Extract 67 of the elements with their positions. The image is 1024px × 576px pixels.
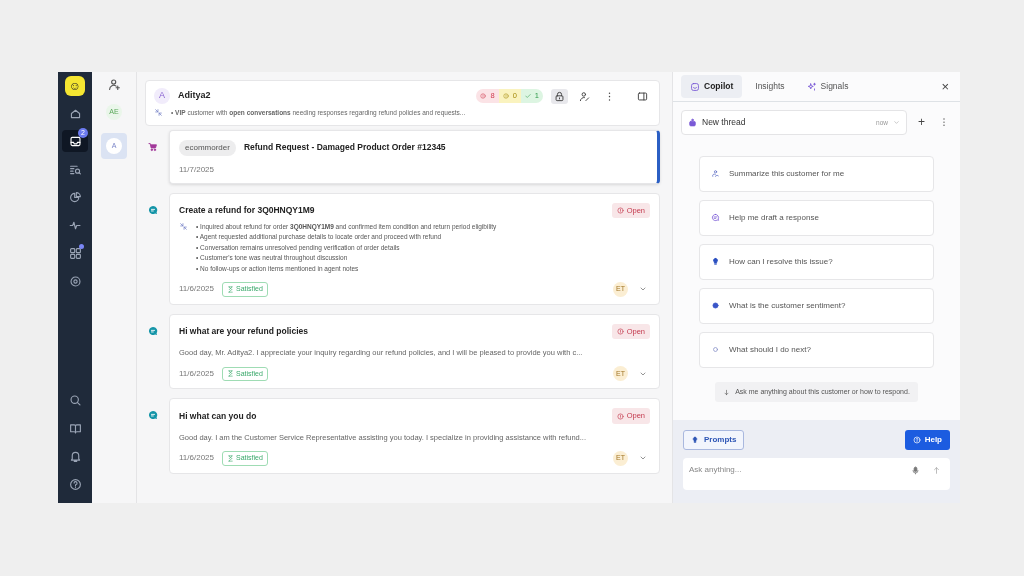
panel-tab[interactable]: Insights xyxy=(746,75,794,98)
cart-icon xyxy=(148,141,158,152)
chat-bubble-icon xyxy=(148,325,158,336)
hourglass-icon xyxy=(227,454,234,462)
suggestion-button[interactable]: Help me draft a response xyxy=(699,199,934,236)
chat-bubble-icon xyxy=(148,410,158,421)
side-panel-icon xyxy=(637,90,648,102)
chat-bubble-icon xyxy=(711,213,720,223)
alert-icon xyxy=(616,412,624,420)
order-title: Refund Request - Damaged Product Order #12345 xyxy=(243,141,446,155)
help-button[interactable]: Help xyxy=(904,430,950,451)
search-icon xyxy=(68,393,82,407)
order-date: 11/7/2025 xyxy=(179,163,215,176)
order-card[interactable]: ecommorder Refund Request - Damaged Product Order #12345 11/7/2025 xyxy=(169,129,660,184)
conversation-title: Hi what can you do xyxy=(179,409,257,423)
suggestion-button[interactable]: How can I resolve this issue? xyxy=(699,243,934,280)
chat-bubble-icon xyxy=(148,204,158,215)
chevron-down-icon xyxy=(893,118,900,126)
inbox-icon xyxy=(68,134,82,148)
new-thread-button[interactable]: + xyxy=(915,114,928,131)
alert-icon xyxy=(616,328,624,336)
alert-icon xyxy=(502,93,509,99)
composer-field[interactable]: Ask anything... xyxy=(683,458,950,491)
conversation-card[interactable] xyxy=(169,192,660,305)
arrow-down-icon xyxy=(723,388,731,396)
suggestion-button[interactable]: Summarize this customer for me xyxy=(699,155,934,192)
lightbulb-icon xyxy=(711,257,720,267)
conversation-date: 11/6/2025 xyxy=(179,283,214,296)
logo[interactable]: ☺ xyxy=(65,76,85,96)
filled-circle-icon xyxy=(711,301,720,311)
conversation-date: 11/6/2025 xyxy=(179,452,214,465)
person-edit-icon xyxy=(579,90,590,102)
alert-icon xyxy=(480,93,487,99)
alert-icon xyxy=(616,206,624,214)
panel-tab[interactable]: Signals xyxy=(797,75,858,98)
apps-icon xyxy=(68,246,82,260)
conversation-date: 11/6/2025 xyxy=(179,367,214,380)
lightbulb-icon xyxy=(691,436,699,445)
sparkle-icon xyxy=(806,81,817,92)
ask-input-field[interactable]: Ask anything... xyxy=(689,464,902,477)
lock-button[interactable] xyxy=(551,88,568,104)
book-icon xyxy=(68,421,82,435)
ring-icon xyxy=(711,345,720,355)
panel-tab[interactable]: Copilot xyxy=(681,75,743,98)
bell-icon xyxy=(68,449,82,463)
close-button[interactable]: × xyxy=(938,78,952,95)
suggestion-button[interactable]: What should I do next? xyxy=(699,331,934,368)
order-tag: ecommorder xyxy=(179,139,236,156)
suggestion-button[interactable]: What is the customer sentiment? xyxy=(699,287,934,324)
pie-chart-icon xyxy=(68,190,82,204)
prompts-button[interactable]: Prompts xyxy=(683,430,745,451)
lock-icon xyxy=(554,90,565,102)
microphone-icon xyxy=(911,466,920,476)
check-icon xyxy=(524,93,531,99)
robot-face-icon xyxy=(690,81,700,92)
people-icon xyxy=(711,169,720,179)
send-arrow-icon xyxy=(932,466,941,476)
help-icon xyxy=(68,477,82,491)
hourglass-icon xyxy=(227,370,234,378)
conversation-title: Hi what are your refund policies xyxy=(179,325,308,338)
add-person-icon xyxy=(107,78,121,91)
conversation-title: Create a refund for 3Q0HNQY1M9 xyxy=(179,204,315,217)
help-icon xyxy=(912,436,921,445)
settings-icon xyxy=(68,274,82,288)
customer-avatar: A xyxy=(154,88,170,104)
hourglass-icon xyxy=(227,285,234,293)
customer-name: Aditya2 xyxy=(178,89,211,103)
